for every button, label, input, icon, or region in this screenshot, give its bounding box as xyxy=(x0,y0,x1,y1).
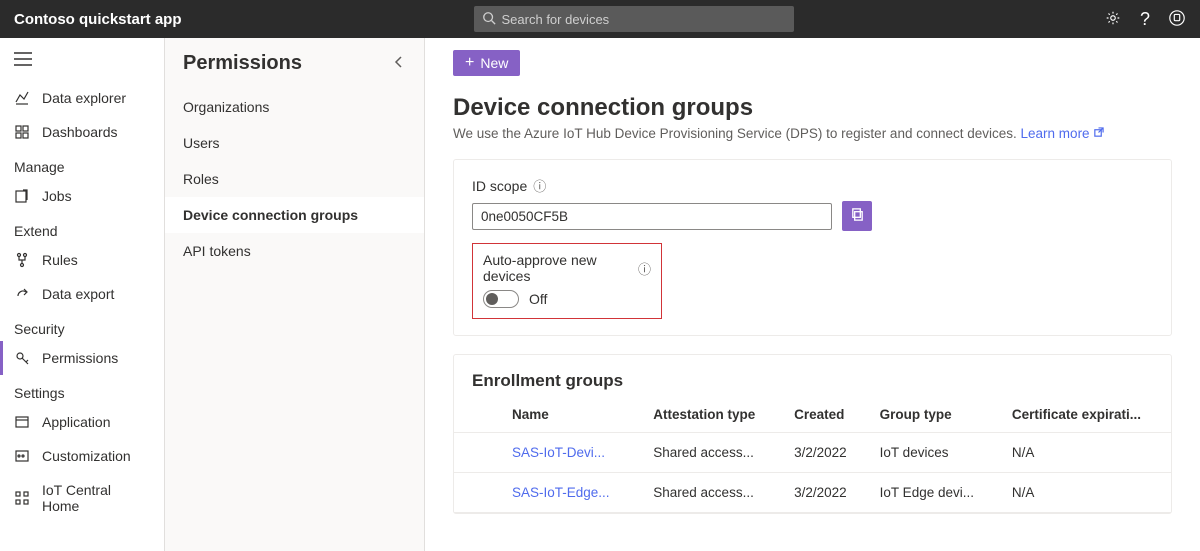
info-icon[interactable]: ⓘ xyxy=(638,259,651,278)
nav-dashboards[interactable]: Dashboards xyxy=(0,115,164,149)
table-header-row: Name Attestation type Created Group type… xyxy=(454,397,1171,433)
search-box[interactable] xyxy=(474,6,794,32)
learn-more-link[interactable]: Learn more xyxy=(1021,126,1105,141)
nav-label: Dashboards xyxy=(42,124,118,140)
search-input[interactable] xyxy=(502,12,786,27)
mid-nav-title: Permissions xyxy=(183,52,302,75)
info-icon[interactable]: ⓘ xyxy=(533,176,546,195)
copy-icon xyxy=(850,207,865,225)
external-link-icon xyxy=(1093,126,1104,141)
hamburger-icon[interactable] xyxy=(0,52,164,81)
nav-section-security: Security xyxy=(0,311,164,341)
enrollment-title: Enrollment groups xyxy=(454,355,1171,397)
chart-icon xyxy=(14,90,30,106)
mid-item-roles[interactable]: Roles xyxy=(165,161,424,197)
nav-label: Data explorer xyxy=(42,90,126,106)
top-bar: Contoso quickstart app ? xyxy=(0,0,1200,38)
nav-label: Permissions xyxy=(42,350,118,366)
mid-item-organizations[interactable]: Organizations xyxy=(165,89,424,125)
mid-nav: Permissions Organizations Users Roles De… xyxy=(165,38,425,551)
col-created[interactable]: Created xyxy=(782,397,868,433)
col-group-type[interactable]: Group type xyxy=(868,397,1000,433)
mid-item-api-tokens[interactable]: API tokens xyxy=(165,233,424,269)
customization-icon xyxy=(14,448,30,464)
nav-rules[interactable]: Rules xyxy=(0,243,164,277)
col-attestation[interactable]: Attestation type xyxy=(641,397,782,433)
nav-customization[interactable]: Customization xyxy=(0,439,164,473)
nav-data-explorer[interactable]: Data explorer xyxy=(0,81,164,115)
nav-label: IoT Central Home xyxy=(42,482,150,514)
nav-label: Customization xyxy=(42,448,131,464)
plus-icon: + xyxy=(465,55,474,71)
rules-icon xyxy=(14,252,30,268)
id-scope-label: ID scope xyxy=(472,178,527,194)
enrollment-table: Name Attestation type Created Group type… xyxy=(454,397,1171,513)
id-scope-input[interactable] xyxy=(472,203,832,230)
group-name-link[interactable]: SAS-IoT-Devi... xyxy=(512,445,605,460)
cell-group-type: IoT devices xyxy=(868,433,1000,473)
jobs-icon xyxy=(14,188,30,204)
cell-created: 3/2/2022 xyxy=(782,433,868,473)
page-subtitle: We use the Azure IoT Hub Device Provisio… xyxy=(453,126,1172,141)
nav-permissions[interactable]: Permissions xyxy=(0,341,164,375)
nav-label: Jobs xyxy=(42,188,72,204)
nav-label: Application xyxy=(42,414,111,430)
cell-attestation: Shared access... xyxy=(641,473,782,513)
cell-created: 3/2/2022 xyxy=(782,473,868,513)
nav-section-settings: Settings xyxy=(0,375,164,405)
export-icon xyxy=(14,286,30,302)
table-row[interactable]: SAS-IoT-Devi... Shared access... 3/2/202… xyxy=(454,433,1171,473)
auto-approve-toggle[interactable] xyxy=(483,290,519,308)
copy-button[interactable] xyxy=(842,201,872,231)
help-icon[interactable]: ? xyxy=(1140,9,1150,30)
application-icon xyxy=(14,414,30,430)
nav-jobs[interactable]: Jobs xyxy=(0,179,164,213)
new-button-label: New xyxy=(480,55,508,71)
group-name-link[interactable]: SAS-IoT-Edge... xyxy=(512,485,610,500)
mid-item-device-connection-groups[interactable]: Device connection groups xyxy=(165,197,424,233)
nav-section-manage: Manage xyxy=(0,149,164,179)
table-row[interactable]: SAS-IoT-Edge... Shared access... 3/2/202… xyxy=(454,473,1171,513)
mid-item-users[interactable]: Users xyxy=(165,125,424,161)
nav-application[interactable]: Application xyxy=(0,405,164,439)
main-content: + New Device connection groups We use th… xyxy=(425,38,1200,551)
nav-label: Data export xyxy=(42,286,114,302)
id-scope-card: ID scope ⓘ Auto-approve new devices ⓘ Of… xyxy=(453,159,1172,336)
col-cert-expiration[interactable]: Certificate expirati... xyxy=(1000,397,1171,433)
nav-label: Rules xyxy=(42,252,78,268)
cell-cert: N/A xyxy=(1000,433,1171,473)
cell-cert: N/A xyxy=(1000,473,1171,513)
feedback-icon[interactable] xyxy=(1168,9,1186,30)
cell-group-type: IoT Edge devi... xyxy=(868,473,1000,513)
nav-iot-central-home[interactable]: IoT Central Home xyxy=(0,473,164,523)
page-title: Device connection groups xyxy=(453,94,1172,122)
home-grid-icon xyxy=(14,490,30,506)
left-nav: Data explorer Dashboards Manage Jobs Ext… xyxy=(0,38,165,551)
auto-approve-label: Auto-approve new devices xyxy=(483,252,632,284)
app-title: Contoso quickstart app xyxy=(14,11,182,28)
auto-approve-section: Auto-approve new devices ⓘ Off xyxy=(472,243,662,319)
new-button[interactable]: + New xyxy=(453,50,520,76)
collapse-icon[interactable] xyxy=(392,55,406,72)
permissions-icon xyxy=(14,350,30,366)
nav-data-export[interactable]: Data export xyxy=(0,277,164,311)
enrollment-card: Enrollment groups Name Attestation type … xyxy=(453,354,1172,514)
search-icon xyxy=(482,11,496,28)
col-name[interactable]: Name xyxy=(454,397,641,433)
cell-attestation: Shared access... xyxy=(641,433,782,473)
toggle-state-label: Off xyxy=(529,291,547,307)
dashboard-icon xyxy=(14,124,30,140)
nav-section-extend: Extend xyxy=(0,213,164,243)
settings-gear-icon[interactable] xyxy=(1104,9,1122,30)
